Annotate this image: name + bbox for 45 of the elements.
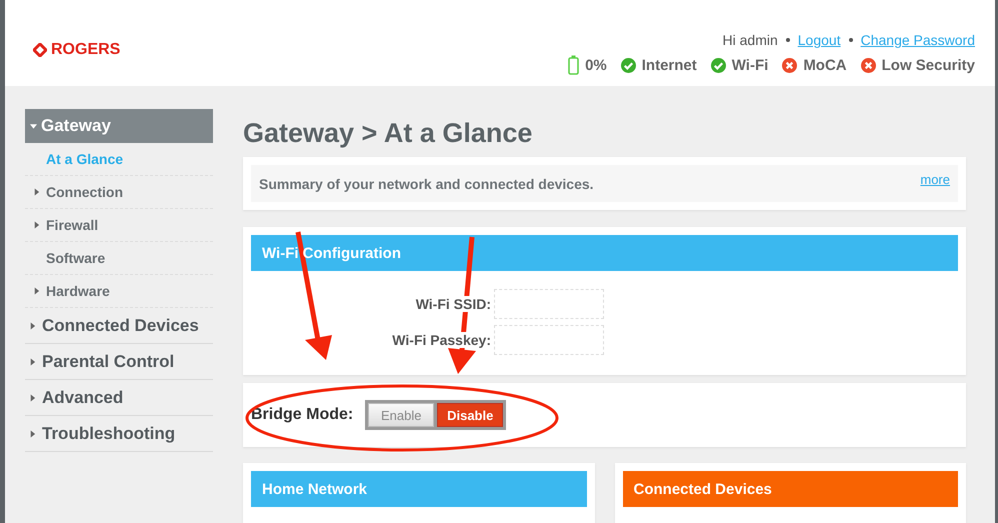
section-header: Home Network bbox=[251, 471, 586, 507]
check-icon bbox=[710, 58, 726, 72]
caret-icon bbox=[29, 430, 36, 438]
logo-text: ROGERS bbox=[51, 41, 120, 59]
battery-level: 0% bbox=[585, 56, 607, 74]
sidebar-subitem[interactable]: Connection bbox=[25, 176, 213, 209]
logo-icon bbox=[33, 43, 47, 57]
sidebar-item[interactable]: Advanced bbox=[25, 380, 213, 416]
caret-icon bbox=[29, 394, 36, 402]
sidebar-item[interactable]: Connected Devices bbox=[25, 308, 213, 344]
status-label: Wi-Fi bbox=[732, 56, 768, 74]
check-icon bbox=[620, 58, 636, 72]
status-label: Internet bbox=[642, 56, 697, 74]
field-label: Wi-Fi Passkey: bbox=[390, 332, 491, 348]
status-label: MoCA bbox=[803, 56, 847, 74]
sidebar-subitem[interactable]: Software bbox=[25, 242, 213, 275]
toggle-option[interactable]: Disable bbox=[437, 403, 504, 427]
page-title: Gateway > At a Glance bbox=[243, 116, 534, 150]
caret-icon bbox=[33, 188, 40, 196]
sidebar-item[interactable]: Troubleshooting bbox=[25, 416, 213, 452]
bridge-mode-label: Bridge Mode: bbox=[251, 406, 354, 424]
caret-icon bbox=[29, 322, 36, 330]
caret-icon bbox=[30, 122, 37, 130]
field-label: Wi-Fi SSID: bbox=[414, 296, 491, 312]
summary-text: Summary of your network and connected devices. bbox=[259, 176, 594, 192]
error-icon bbox=[782, 58, 798, 72]
sidebar-subitem[interactable]: At a Glance bbox=[25, 143, 213, 176]
input-field[interactable] bbox=[494, 325, 604, 355]
sidebar-subitem[interactable]: Firewall bbox=[25, 209, 213, 242]
header-link[interactable]: Change Password bbox=[860, 32, 975, 48]
caret-icon bbox=[33, 221, 40, 229]
status-label: Low Security bbox=[882, 56, 975, 74]
sidebar-item[interactable]: Gateway bbox=[25, 109, 213, 143]
toggle-option[interactable]: Enable bbox=[368, 403, 434, 427]
caret-icon bbox=[33, 287, 40, 295]
caret-icon bbox=[29, 358, 36, 366]
greeting: Hi admin bbox=[722, 32, 778, 48]
input-field[interactable] bbox=[494, 289, 604, 319]
sidebar-item[interactable]: Parental Control bbox=[25, 344, 213, 380]
section-header: Connected Devices bbox=[622, 471, 958, 507]
sidebar-subitem[interactable]: Hardware bbox=[25, 275, 213, 308]
header-link[interactable]: Logout bbox=[798, 32, 841, 48]
more-link[interactable]: more bbox=[920, 172, 950, 187]
error-icon bbox=[860, 58, 876, 72]
battery-icon bbox=[568, 55, 580, 75]
